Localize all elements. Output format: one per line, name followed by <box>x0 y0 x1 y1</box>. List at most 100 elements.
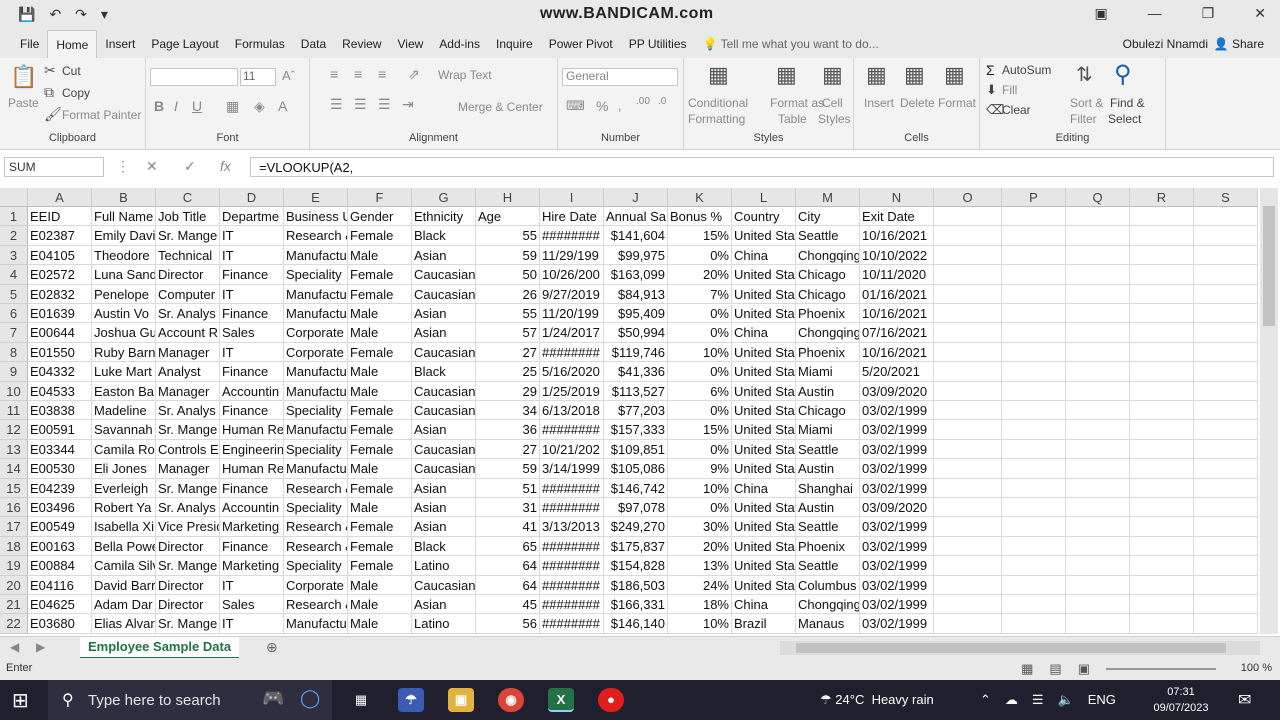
orientation-icon[interactable]: ⇗ <box>408 66 420 83</box>
table-cell[interactable]: Research & <box>284 517 348 537</box>
column-header-c[interactable]: C <box>156 188 220 207</box>
table-cell[interactable]: Asian <box>412 517 476 537</box>
column-header-e[interactable]: E <box>284 188 348 207</box>
table-cell[interactable]: E00163 <box>28 536 92 557</box>
align-left-icon[interactable]: ☰ <box>330 96 343 113</box>
table-cell[interactable]: 3/14/1999 <box>540 459 604 479</box>
table-cell[interactable] <box>1002 459 1066 479</box>
column-header-k[interactable]: K <box>668 188 732 207</box>
header-cell[interactable] <box>1066 207 1130 227</box>
table-cell[interactable]: Female <box>348 401 412 421</box>
table-cell[interactable]: 13% <box>668 556 732 576</box>
table-cell[interactable] <box>1130 478 1194 498</box>
table-cell[interactable]: 10/26/200 <box>540 265 604 285</box>
column-header-p[interactable]: P <box>1002 188 1066 207</box>
table-cell[interactable] <box>1194 323 1258 343</box>
find-select-button[interactable]: Find & <box>1110 96 1145 110</box>
tab-pp-utilities[interactable]: PP Utilities <box>621 30 695 58</box>
table-cell[interactable]: Caucasian <box>412 342 476 363</box>
table-cell[interactable]: Research & <box>284 478 348 498</box>
wrap-text-button[interactable]: Wrap Text <box>438 68 492 82</box>
tell-me-search[interactable]: 💡 Tell me what you want to do... <box>695 30 887 58</box>
header-cell[interactable]: Bonus % <box>668 207 732 227</box>
table-cell[interactable] <box>1130 556 1194 576</box>
table-cell[interactable] <box>1002 536 1066 557</box>
table-cell[interactable] <box>1002 362 1066 382</box>
table-cell[interactable]: 25 <box>476 362 540 382</box>
column-header-o[interactable]: O <box>934 188 1002 207</box>
table-cell[interactable]: Caucasian <box>412 401 476 421</box>
table-cell[interactable] <box>1130 517 1194 537</box>
table-cell[interactable]: E03344 <box>28 439 92 460</box>
table-cell[interactable]: United Sta <box>732 575 796 595</box>
zoom-slider[interactable] <box>1106 668 1216 670</box>
table-cell[interactable]: Elias Alvar <box>92 614 156 634</box>
table-cell[interactable]: Accountin <box>220 498 284 518</box>
table-cell[interactable]: 50 <box>476 265 540 285</box>
table-cell[interactable]: Female <box>348 556 412 576</box>
cell-styles-button[interactable]: Cell <box>822 96 843 110</box>
column-header-n[interactable]: N <box>860 188 934 207</box>
table-cell[interactable]: China <box>732 323 796 343</box>
table-cell[interactable]: Seattle <box>796 439 860 460</box>
table-cell[interactable]: 10% <box>668 614 732 634</box>
table-cell[interactable]: Corporate <box>284 575 348 595</box>
table-cell[interactable]: 10% <box>668 478 732 498</box>
table-cell[interactable] <box>934 575 1002 595</box>
table-cell[interactable] <box>1130 304 1194 324</box>
table-cell[interactable]: Accountin <box>220 381 284 401</box>
table-cell[interactable]: 6% <box>668 381 732 401</box>
table-cell[interactable]: Sr. Mange <box>156 556 220 576</box>
table-cell[interactable]: Phoenix <box>796 304 860 324</box>
table-cell[interactable]: Chicago <box>796 284 860 304</box>
table-cell[interactable]: Phoenix <box>796 342 860 363</box>
table-cell[interactable]: $141,604 <box>604 226 668 246</box>
table-cell[interactable]: $163,099 <box>604 265 668 285</box>
table-cell[interactable] <box>1194 439 1258 460</box>
table-cell[interactable]: Chicago <box>796 401 860 421</box>
table-cell[interactable] <box>1066 342 1130 363</box>
table-cell[interactable] <box>934 439 1002 460</box>
cut-button[interactable]: Cut <box>62 64 81 78</box>
copy-button[interactable]: Copy <box>62 86 90 100</box>
table-cell[interactable]: Latino <box>412 556 476 576</box>
header-cell[interactable]: Exit Date <box>860 207 934 227</box>
table-cell[interactable]: $99,975 <box>604 245 668 266</box>
header-cell[interactable]: Business U <box>284 207 348 227</box>
table-cell[interactable]: 34 <box>476 401 540 421</box>
table-cell[interactable]: Caucasian <box>412 459 476 479</box>
row-header[interactable]: 19 <box>0 556 28 576</box>
table-cell[interactable] <box>1066 323 1130 343</box>
tab-review[interactable]: Review <box>334 30 389 58</box>
table-cell[interactable]: Speciality <box>284 439 348 460</box>
table-cell[interactable]: 03/02/1999 <box>860 517 934 537</box>
table-cell[interactable]: IT <box>220 284 284 304</box>
table-cell[interactable]: $119,746 <box>604 342 668 363</box>
table-cell[interactable] <box>1066 245 1130 266</box>
table-cell[interactable] <box>1002 245 1066 266</box>
table-cell[interactable]: 59 <box>476 245 540 266</box>
table-cell[interactable] <box>1066 575 1130 595</box>
table-cell[interactable] <box>1002 284 1066 304</box>
table-cell[interactable]: Technical <box>156 245 220 266</box>
table-cell[interactable]: $41,336 <box>604 362 668 382</box>
table-cell[interactable]: United Sta <box>732 304 796 324</box>
table-cell[interactable]: Asian <box>412 595 476 615</box>
align-bottom-icon[interactable]: ≡ <box>378 66 386 82</box>
row-header[interactable]: 16 <box>0 498 28 518</box>
merge-center-button[interactable]: Merge & Center <box>458 100 543 114</box>
table-cell[interactable]: 55 <box>476 304 540 324</box>
table-cell[interactable]: Male <box>348 362 412 382</box>
table-cell[interactable]: 36 <box>476 420 540 440</box>
table-cell[interactable]: Robert Ya <box>92 498 156 518</box>
table-cell[interactable] <box>1194 304 1258 324</box>
table-cell[interactable] <box>934 401 1002 421</box>
table-cell[interactable]: Isabella Xi <box>92 517 156 537</box>
table-cell[interactable] <box>1194 226 1258 246</box>
table-cell[interactable]: ######## <box>540 575 604 595</box>
table-cell[interactable] <box>934 556 1002 576</box>
table-cell[interactable]: Miami <box>796 420 860 440</box>
table-cell[interactable]: Research & <box>284 226 348 246</box>
row-header[interactable]: 5 <box>0 284 28 304</box>
table-cell[interactable]: Manager <box>156 381 220 401</box>
